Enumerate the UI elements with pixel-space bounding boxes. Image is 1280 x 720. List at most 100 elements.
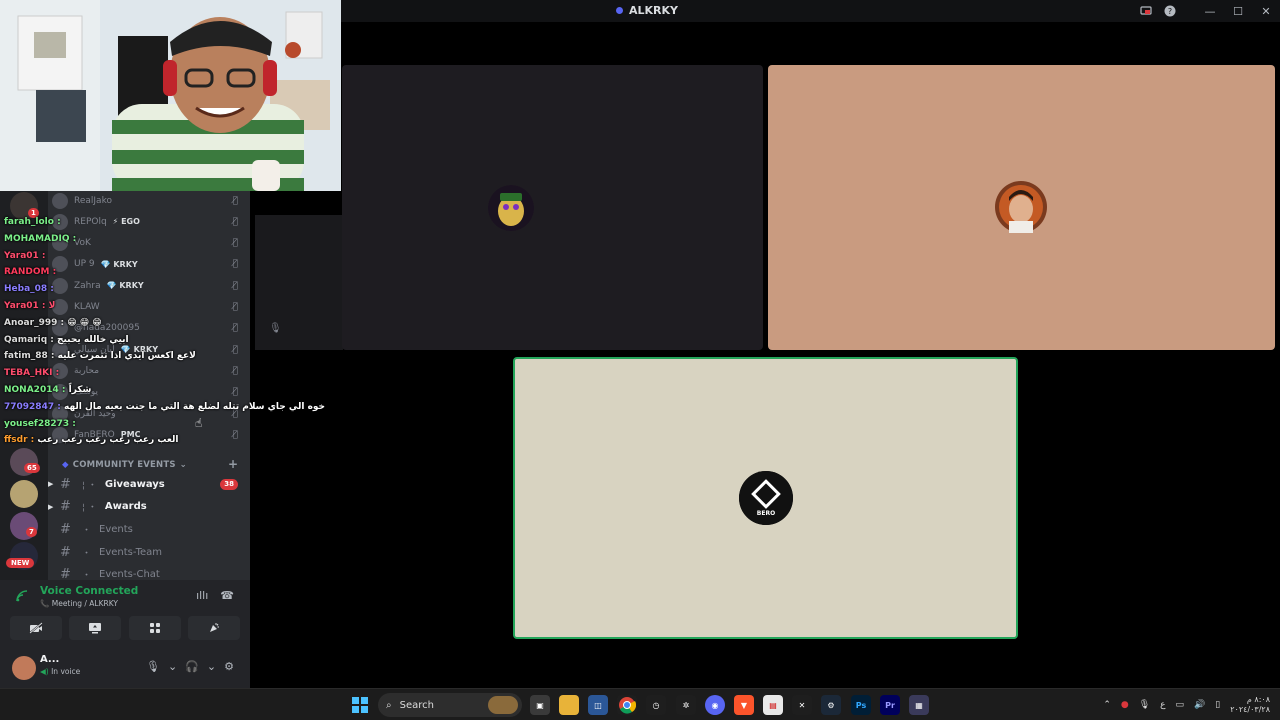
voice-member-tag: 💎 KRKY	[106, 281, 144, 291]
discord-icon[interactable]: ◉	[705, 695, 725, 715]
maximize-button[interactable]: ☐	[1224, 0, 1252, 22]
screen-share-icon[interactable]	[1134, 0, 1158, 22]
language-indicator[interactable]: ع	[1160, 700, 1165, 710]
microphone-icon[interactable]: 🎙	[1139, 700, 1150, 710]
chrome-icon[interactable]	[617, 695, 637, 715]
server-badge: 65	[24, 463, 40, 473]
clock-app-icon[interactable]: ◷	[646, 695, 666, 715]
participant-tile-speaking[interactable]: BERO	[513, 357, 1018, 639]
voice-member[interactable]: KLAW 🎙̸	[48, 297, 238, 318]
voice-member[interactable]: ليان سيالي 💎 KRKY 🎙̸	[48, 339, 238, 360]
add-channel-button[interactable]: +	[228, 457, 238, 471]
voice-member[interactable]: وحيد القرن 🎙̸	[48, 403, 238, 424]
battery-icon[interactable]: ▯	[1215, 700, 1220, 710]
user-controls: 🎙 ⌄ 🎧 ⌄ ⚙	[146, 660, 234, 673]
avatar	[52, 235, 68, 252]
mute-icon[interactable]: 🎙	[269, 323, 282, 334]
voice-member-tag: PMC	[120, 430, 141, 440]
close-button[interactable]: ✕	[1252, 0, 1280, 22]
muted-mic-icon: 🎙̸	[232, 259, 238, 270]
store-icon[interactable]: ◫	[588, 695, 608, 715]
category-header[interactable]: ◆ COMMUNITY EVENTS ⌄ +	[62, 457, 238, 471]
voice-indicator-icon: ◀)	[40, 667, 49, 676]
camera-off-button[interactable]	[10, 616, 62, 640]
start-button[interactable]	[352, 697, 368, 713]
channel-item[interactable]: # ・ Events	[48, 518, 244, 540]
screen-share-button[interactable]	[69, 616, 122, 640]
channel-prefix: ・	[82, 548, 92, 559]
taskbar-search[interactable]: ⌕ Search	[378, 693, 522, 717]
network-icon[interactable]: ▭	[1176, 700, 1185, 710]
clock[interactable]: ٨:٠٨ م ٢٠٢٤/٠٣/٢٨	[1230, 695, 1270, 715]
server-rail: 1 65 7 NEW	[0, 190, 48, 580]
voice-member-name: ليان سيالي	[74, 344, 115, 355]
voice-member[interactable]: VoK 🎙̸	[48, 233, 238, 254]
file-explorer-icon[interactable]	[559, 695, 579, 715]
channel-item[interactable]: ▶ # ¦ ・ Awards	[48, 496, 244, 518]
microphone-icon[interactable]: 🎙	[146, 660, 160, 673]
svg-text:?: ?	[1168, 7, 1172, 16]
gear-icon[interactable]: ⚙	[224, 660, 234, 673]
soundboard-button[interactable]	[187, 616, 240, 640]
category-label: COMMUNITY EVENTS	[72, 460, 176, 470]
avatar[interactable]	[12, 656, 36, 680]
capture-app-icon[interactable]: ▤	[763, 695, 783, 715]
app-icon[interactable]: ▦	[909, 695, 929, 715]
new-pill[interactable]: NEW	[6, 558, 35, 568]
channel-item[interactable]: ▶ # ¦ ・ Giveaways 38	[48, 473, 244, 495]
tray-app-icon[interactable]: ●	[1121, 700, 1129, 710]
voice-member[interactable]: يوسف 🎙̸	[48, 382, 238, 403]
voice-member[interactable]: FanBERO PMC 🎙̸	[48, 424, 238, 445]
avatar	[52, 426, 68, 443]
participant-tile[interactable]	[768, 65, 1275, 350]
disconnect-icon[interactable]: ☎	[220, 589, 234, 602]
server-badge: 1	[28, 208, 39, 218]
noise-suppression-icon[interactable]: ıllı	[196, 589, 208, 602]
avatar	[52, 384, 68, 401]
voice-member[interactable]: محاربة 🎙̸	[48, 360, 238, 381]
channel-label: Events	[99, 523, 133, 535]
search-icon: ⌕	[386, 699, 392, 711]
steam-icon[interactable]: ⚙	[821, 695, 841, 715]
voice-member[interactable]: RealJako 🎙̸	[48, 190, 238, 211]
steelseries-icon[interactable]: ✲	[676, 695, 696, 715]
capcut-icon[interactable]: ✕	[792, 695, 812, 715]
voice-member-name: RealJako	[74, 195, 112, 206]
participant-tile[interactable]	[342, 65, 763, 350]
chevron-down-icon[interactable]: ⌄	[207, 660, 216, 673]
chevron-down-icon[interactable]: ⌄	[168, 660, 177, 673]
volume-icon[interactable]: 🔊	[1194, 700, 1205, 710]
voice-location[interactable]: 📞 Meeting / ALKRKY	[40, 599, 118, 608]
voice-member-name: VoK	[74, 238, 91, 249]
task-view-icon[interactable]: ▣	[530, 695, 550, 715]
brave-icon[interactable]: ▼	[734, 695, 754, 715]
window-controls: ? — ☐ ✕	[1134, 0, 1280, 22]
voice-actions	[10, 616, 240, 640]
voice-member-name: FanBERO	[74, 429, 115, 440]
hash-icon: #	[60, 499, 71, 515]
premiere-icon[interactable]: Pr	[880, 695, 900, 715]
voice-member[interactable]: Zahra 💎 KRKY 🎙̸	[48, 275, 238, 296]
voice-top-controls: ıllı ☎	[196, 589, 234, 602]
sidebar: 1 65 7 NEW RealJako 🎙̸ REPOlq ⚡ EGO 🎙̸ VoK 🎙̸ U…	[0, 190, 325, 688]
voice-member[interactable]: @nada200095 🎙̸	[48, 318, 238, 339]
headphones-icon[interactable]: 🎧	[185, 660, 199, 673]
unread-indicator-icon: ▶	[48, 480, 54, 488]
voice-status[interactable]: Voice Connected	[40, 585, 138, 597]
signal-icon[interactable]	[16, 590, 28, 605]
server-icon[interactable]	[10, 480, 38, 508]
photoshop-icon[interactable]: Ps	[851, 695, 871, 715]
voice-member[interactable]: UP 9 💎 KRKY 🎙̸	[48, 254, 238, 275]
minimize-button[interactable]: —	[1196, 0, 1224, 22]
voice-member[interactable]: REPOlq ⚡ EGO 🎙̸	[48, 211, 238, 232]
unread-indicator-icon: ▶	[48, 502, 54, 511]
user-name[interactable]: A...	[40, 654, 59, 665]
muted-mic-icon: 🎙̸	[232, 387, 238, 398]
channel-item[interactable]: # ・ Events-Team	[48, 541, 244, 563]
avatar	[52, 320, 68, 337]
activities-button[interactable]	[128, 616, 181, 640]
muted-mic-icon: 🎙̸	[232, 344, 238, 355]
voice-member-tag: 💎 KRKY	[100, 259, 138, 269]
chevron-up-icon[interactable]: ⌃	[1103, 700, 1111, 710]
help-icon[interactable]: ?	[1158, 0, 1182, 22]
